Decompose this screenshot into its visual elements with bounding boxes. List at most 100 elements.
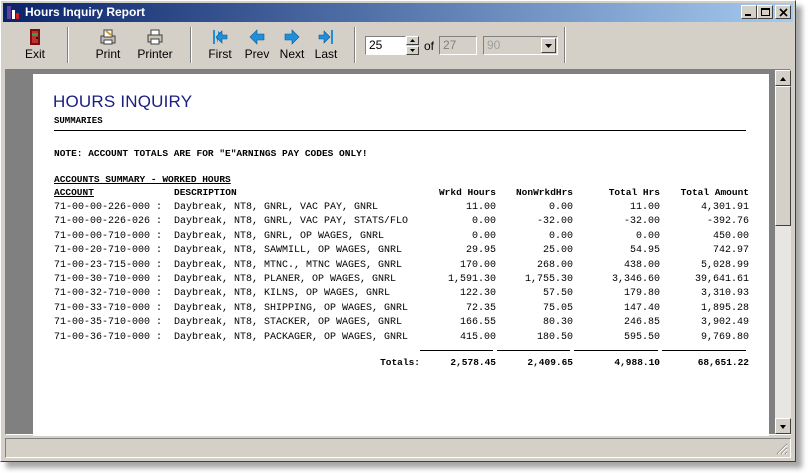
- header-rule: [54, 130, 746, 131]
- row-account-cell: 71-00-32-710-000 :: [54, 288, 163, 299]
- report-note: NOTE: ACCOUNT TOTALS ARE FOR "E"ARNINGS …: [54, 148, 368, 159]
- row-worked-cell: 415.00: [459, 332, 496, 343]
- toolbar: Exit Print Printer First Prev Next Last …: [3, 23, 793, 67]
- row-description-cell: Daybreak, NT8, KILNS, OP WAGES, GNRL: [174, 288, 391, 299]
- report-page: HOURS INQUIRY SUMMARIES NOTE: ACCOUNT TO…: [33, 74, 769, 436]
- col-header-total-amount: Total Amount: [680, 187, 749, 198]
- row-worked-cell: 1,591.30: [447, 274, 496, 285]
- row-worked-cell: 122.30: [459, 288, 496, 299]
- row-account-cell: 71-00-00-226-026 :: [54, 216, 163, 227]
- first-page-icon: [213, 30, 228, 44]
- app-icon: [7, 6, 19, 19]
- last-page-button[interactable]: Last: [309, 25, 343, 65]
- zoom-select[interactable]: 90: [483, 36, 558, 55]
- scroll-up-icon: [780, 77, 786, 81]
- row-description-cell: Daybreak, NT8, SAWMILL, OP WAGES, GNRL: [174, 245, 403, 256]
- totals-amount: 68,651.22: [697, 357, 749, 368]
- page-spin-down[interactable]: [406, 46, 419, 55]
- row-account-cell: 71-00-20-710-000 :: [54, 245, 163, 256]
- row-description-cell: Daybreak, NT8, SHIPPING, OP WAGES, GNRL: [174, 303, 409, 314]
- report-subtitle: SUMMARIES: [54, 116, 103, 126]
- next-page-icon: [284, 29, 300, 45]
- row-nonworked-cell: 268.00: [536, 260, 573, 271]
- row-total-amt-cell: -392.76: [706, 216, 749, 227]
- scroll-thumb[interactable]: [775, 86, 791, 226]
- row-nonworked-cell: 0.00: [548, 231, 573, 242]
- row-worked-cell: 72.35: [465, 303, 496, 314]
- row-total-amt-cell: 3,310.93: [700, 288, 749, 299]
- col-header-description: DESCRIPTION: [174, 187, 237, 198]
- row-worked-cell: 166.55: [459, 317, 496, 328]
- row-nonworked-cell: -32.00: [536, 216, 573, 227]
- maximize-button[interactable]: [757, 5, 773, 19]
- scroll-down-icon: [780, 425, 786, 429]
- exit-label: Exit: [24, 47, 45, 61]
- toolbar-separator: [354, 27, 356, 63]
- row-account-cell: 71-00-00-226-000 :: [54, 202, 163, 213]
- vertical-scrollbar[interactable]: [775, 70, 791, 434]
- scroll-up-button[interactable]: [775, 70, 791, 86]
- close-button[interactable]: [775, 5, 791, 19]
- row-total-amt-cell: 5,028.99: [700, 260, 749, 271]
- printer-label: Printer: [137, 47, 173, 61]
- report-title: HOURS INQUIRY: [53, 92, 193, 111]
- title-bar[interactable]: Hours Inquiry Report: [3, 3, 793, 22]
- prev-label: Prev: [244, 47, 270, 61]
- minimize-button[interactable]: [741, 5, 757, 19]
- row-account-cell: 71-00-36-710-000 :: [54, 332, 163, 343]
- page-number-input[interactable]: 25: [365, 36, 406, 55]
- row-description-cell: Daybreak, NT8, GNRL, VAC PAY, STATS/FLO: [174, 216, 409, 227]
- row-description-cell: Daybreak, NT8, PLANER, OP WAGES, GNRL: [174, 274, 397, 285]
- row-nonworked-cell: 180.50: [536, 332, 573, 343]
- hours-total-rule: [574, 350, 658, 351]
- last-label: Last: [314, 47, 338, 61]
- totals-label: Totals:: [380, 357, 420, 368]
- col-header-worked: Wrkd Hours: [438, 187, 496, 198]
- page-spin-up[interactable]: [406, 36, 419, 45]
- row-nonworked-cell: 75.05: [542, 303, 573, 314]
- worked-total-rule: [420, 350, 493, 351]
- first-page-button[interactable]: First: [203, 25, 237, 65]
- row-total-amt-cell: 742.97: [712, 245, 749, 256]
- next-page-button[interactable]: Next: [275, 25, 309, 65]
- row-account-cell: 71-00-23-715-000 :: [54, 260, 163, 271]
- report-viewport[interactable]: HOURS INQUIRY SUMMARIES NOTE: ACCOUNT TO…: [5, 69, 791, 436]
- prev-page-button[interactable]: Prev: [240, 25, 274, 65]
- row-worked-cell: 0.00: [471, 216, 496, 227]
- row-total-hrs-cell: 246.85: [623, 317, 660, 328]
- zoom-value: 90: [487, 38, 501, 52]
- row-account-cell: 71-00-00-710-000 :: [54, 231, 163, 242]
- row-description-cell: Daybreak, NT8, MTNC., MTNC WAGES, GNRL: [174, 260, 403, 271]
- print-label: Print: [95, 47, 121, 61]
- col-header-nonworked: NonWrkdHrs: [515, 187, 573, 198]
- zoom-dropdown-button[interactable]: [541, 38, 556, 53]
- totals-hours: 4,988.10: [614, 357, 660, 368]
- minimize-icon: [745, 14, 751, 16]
- row-worked-cell: 11.00: [465, 202, 496, 213]
- printer-setup-icon: [147, 29, 163, 45]
- status-bar: [5, 438, 791, 458]
- row-nonworked-cell: 80.30: [542, 317, 573, 328]
- maximize-icon: [761, 8, 770, 16]
- row-worked-cell: 170.00: [459, 260, 496, 271]
- spin-down-icon: [410, 49, 415, 52]
- chevron-down-icon: [545, 44, 552, 48]
- print-button[interactable]: Print: [89, 25, 127, 65]
- row-nonworked-cell: 1,755.30: [524, 274, 573, 285]
- scroll-down-button[interactable]: [775, 418, 791, 434]
- row-worked-cell: 0.00: [471, 231, 496, 242]
- row-account-cell: 71-00-33-710-000 :: [54, 303, 163, 314]
- printer-button[interactable]: Printer: [133, 25, 177, 65]
- row-total-hrs-cell: 438.00: [623, 260, 660, 271]
- row-description-cell: Daybreak, NT8, PACKAGER, OP WAGES, GNRL: [174, 332, 409, 343]
- row-nonworked-cell: 25.00: [542, 245, 573, 256]
- window-title: Hours Inquiry Report: [25, 5, 146, 19]
- row-description-cell: Daybreak, NT8, GNRL, VAC PAY, GNRL: [174, 202, 379, 213]
- resize-grip-icon[interactable]: [776, 443, 788, 455]
- next-label: Next: [279, 47, 305, 61]
- first-label: First: [208, 47, 232, 61]
- exit-button[interactable]: Exit: [17, 25, 53, 65]
- row-nonworked-cell: 57.50: [542, 288, 573, 299]
- nonworked-total-rule: [497, 350, 570, 351]
- row-account-cell: 71-00-35-710-000 :: [54, 317, 163, 328]
